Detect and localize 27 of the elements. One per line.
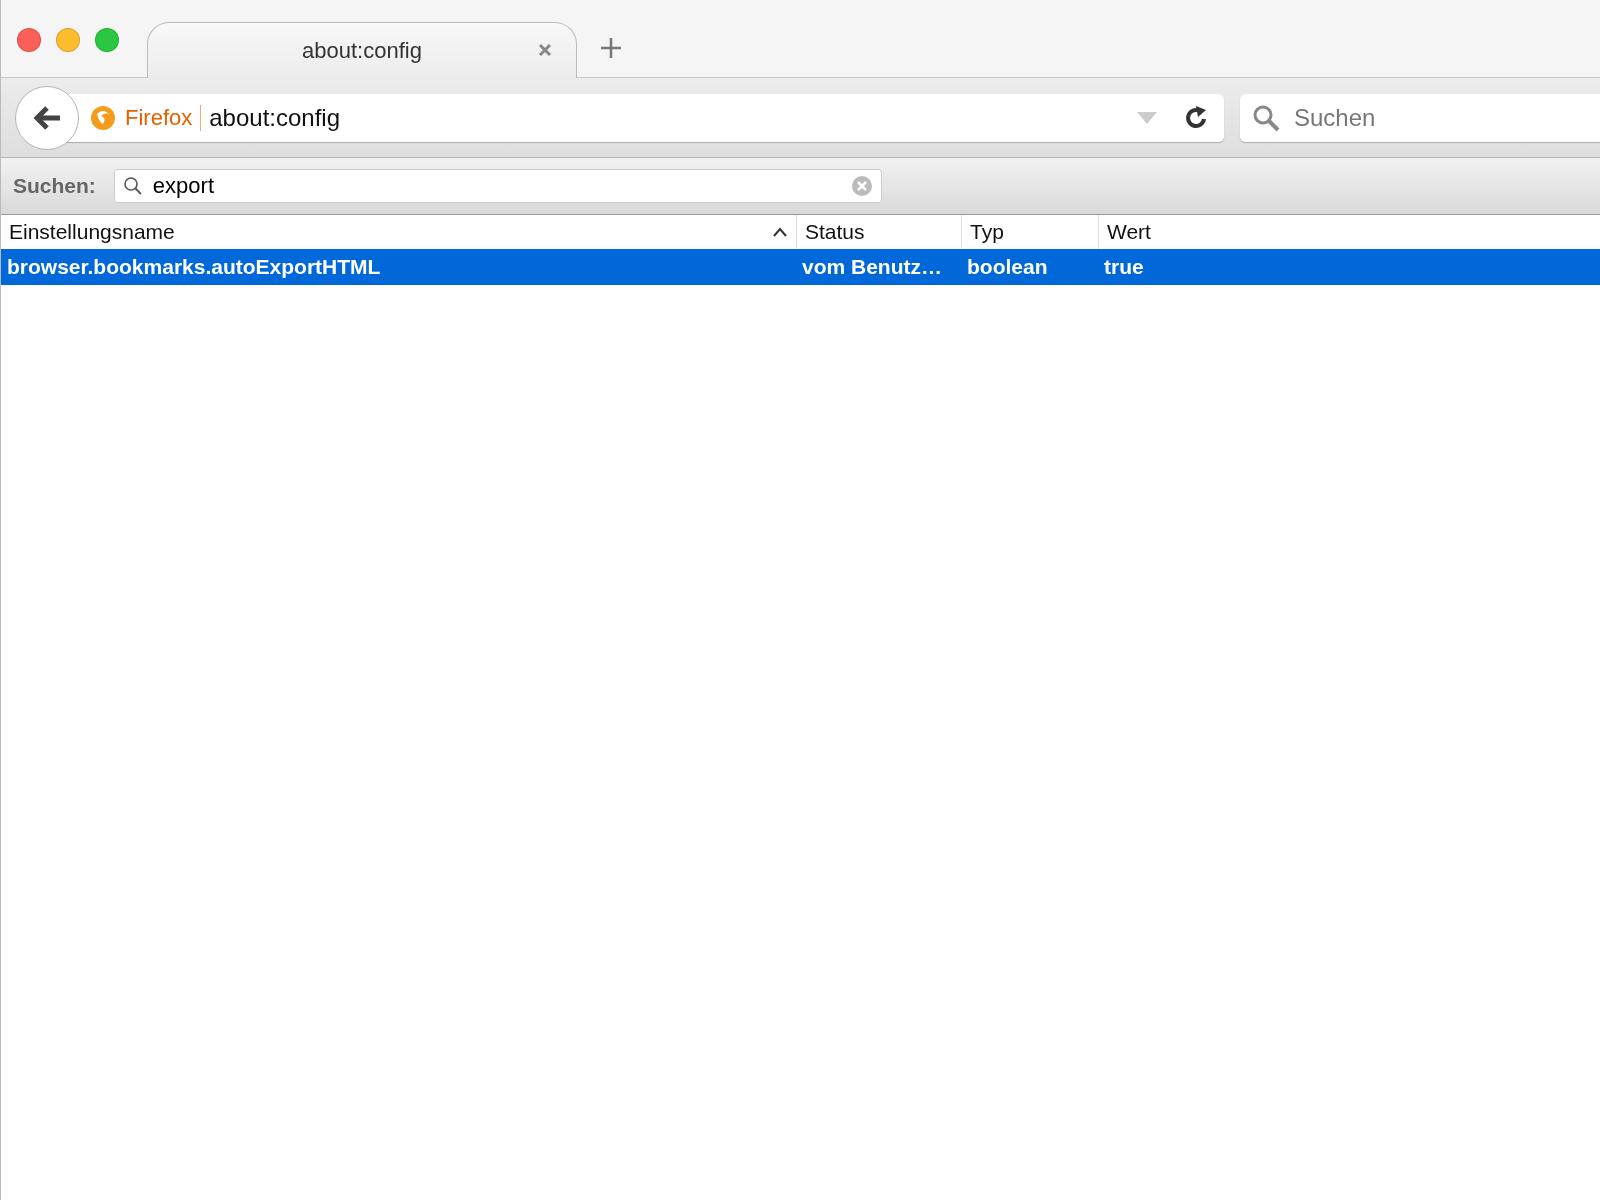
url-text: about:config: [209, 103, 342, 132]
column-title: Einstellungsname: [9, 220, 175, 244]
search-field[interactable]: Suchen: [1240, 93, 1600, 142]
search-icon: [122, 176, 143, 196]
site-identity: Firefox: [125, 104, 202, 131]
back-arrow-icon: [32, 103, 62, 132]
column-title: Typ: [970, 220, 1004, 244]
globe-swirl-icon: [89, 103, 117, 132]
clear-icon[interactable]: [850, 175, 873, 197]
search-icon: [1252, 103, 1280, 132]
close-icon: [538, 43, 552, 57]
search-input[interactable]: Suchen: [1292, 102, 1600, 133]
table-cell-text: true: [1103, 254, 1145, 280]
filter-field[interactable]: export: [113, 169, 882, 203]
column-title: Status: [805, 220, 865, 244]
table-cell-text: vom Benutz…: [801, 254, 943, 280]
preference-row[interactable]: browser.bookmarks.autoExportHTML vom Benutz… boolean true: [1, 249, 1600, 285]
table-cell-text: boolean: [966, 254, 1049, 280]
plus-icon: [599, 36, 623, 60]
column-title: Wert: [1107, 220, 1151, 244]
window-control-button[interactable]: [56, 28, 80, 52]
table-cell-text: browser.bookmarks.autoExportHTML: [6, 254, 382, 280]
window-control-button[interactable]: [17, 28, 41, 52]
column-header[interactable]: Einstellungsname: [1, 215, 796, 249]
filter-label: Suchen:: [13, 174, 96, 198]
window-control-button[interactable]: [95, 28, 119, 52]
browser-tab[interactable]: about:config: [147, 22, 577, 78]
